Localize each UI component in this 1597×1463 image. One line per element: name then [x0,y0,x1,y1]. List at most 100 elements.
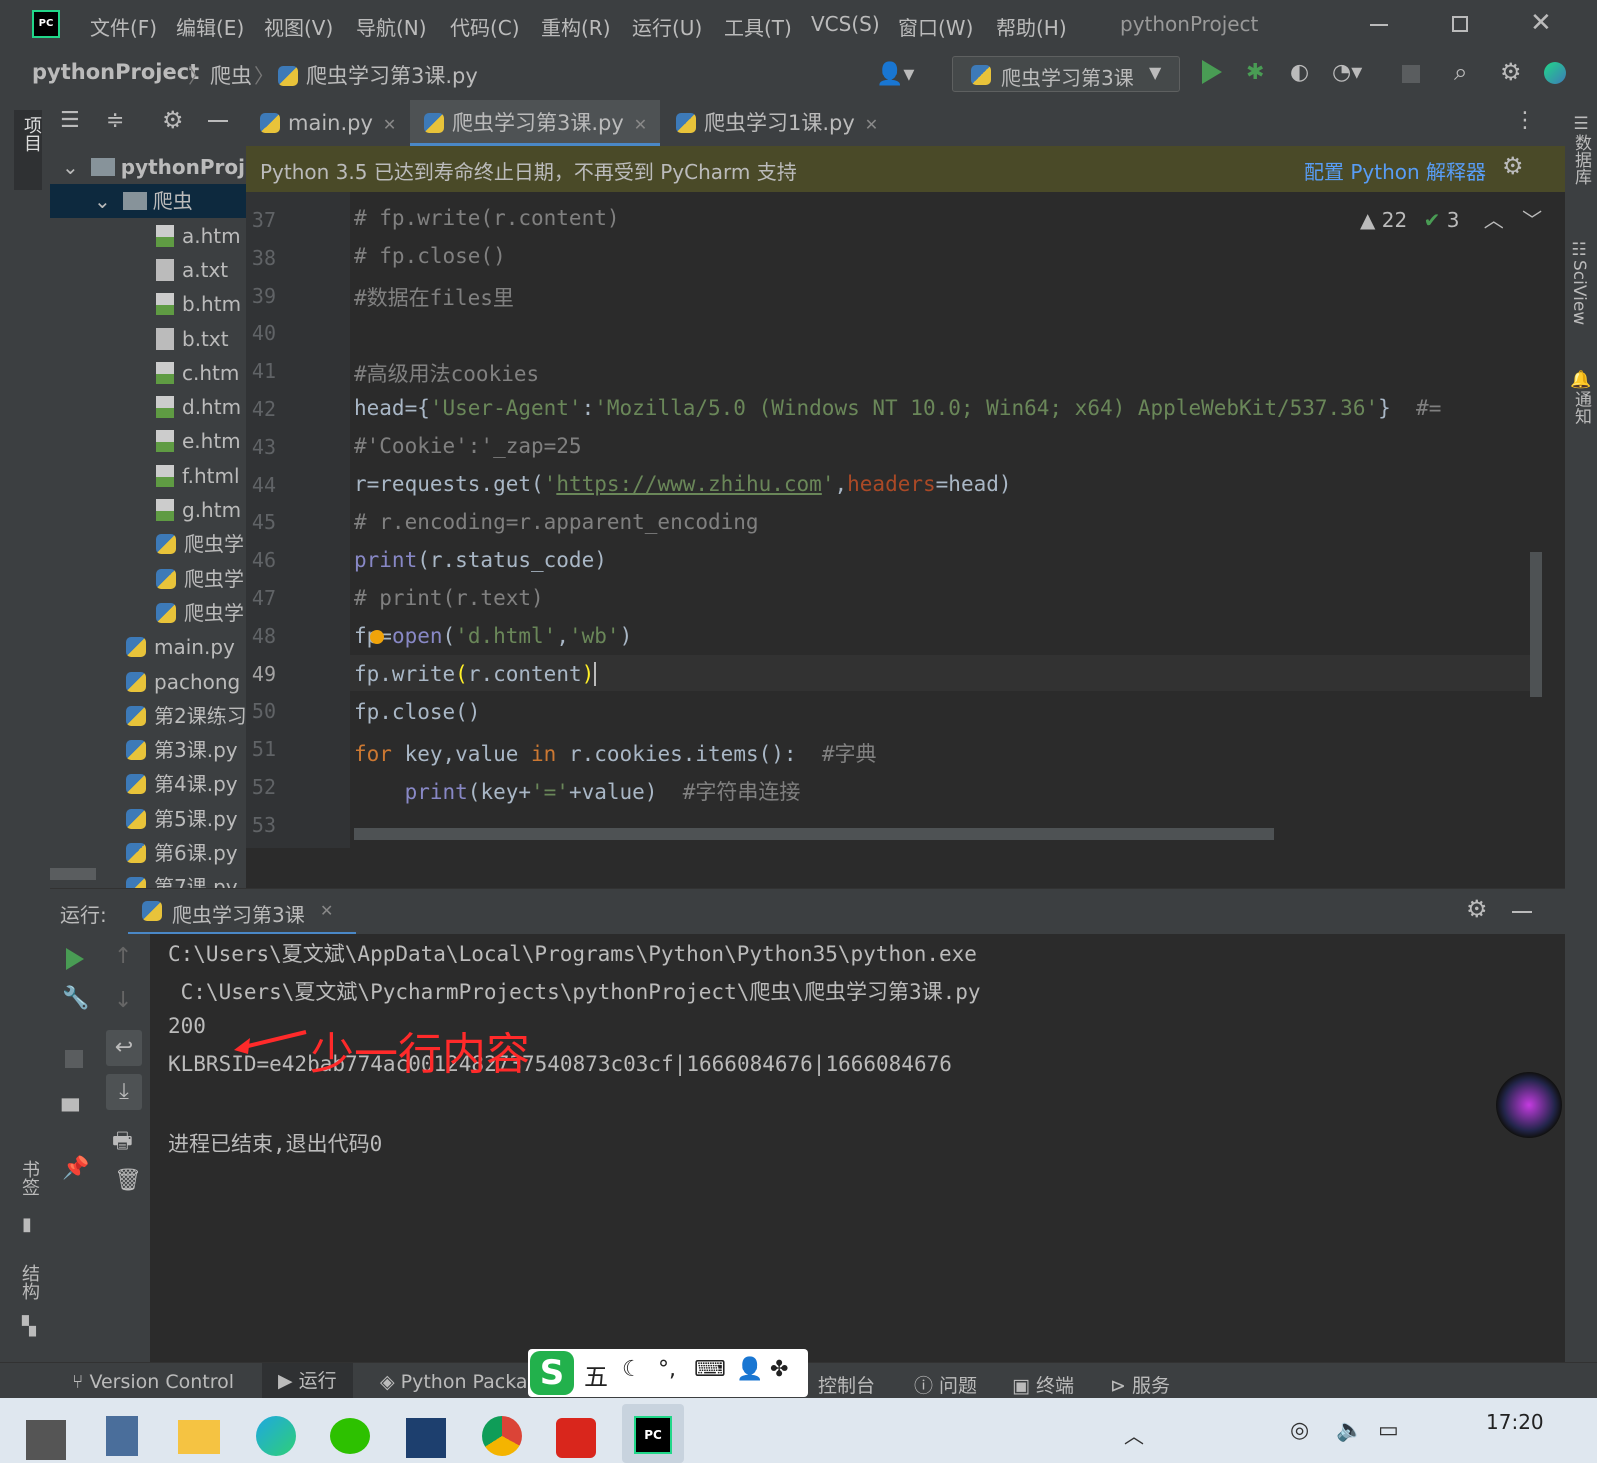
inspection-widget[interactable]: ▲ 22 ✔ 3 ︿ ﹀ [1360,204,1542,233]
bookmarks-tool-button[interactable]: 书签 [16,1160,42,1196]
version-control-button[interactable]: ⑂ Version Control [72,1371,234,1393]
panel-settings-gear-icon[interactable]: ⚙ [162,106,184,134]
database-tool-button[interactable]: ☰数据库 [1569,114,1594,185]
run-settings-gear-icon[interactable]: ⚙ [1466,895,1488,923]
menu-help[interactable]: 帮助(H) [996,12,1067,41]
menu-refactor[interactable]: 重构(R) [541,12,611,41]
project-tool-button[interactable]: 项目 [14,110,42,190]
tree-file[interactable]: 第5课.py [50,802,246,836]
run-tool-button[interactable]: ▶ 运行 [262,1363,353,1399]
tree-file[interactable]: 爬虫学 [50,596,246,630]
folder-icon[interactable] [178,1420,220,1454]
close-icon[interactable]: ✕ [634,115,647,134]
sciview-tool-button[interactable]: ☷SciView [1569,240,1589,325]
layout-icon[interactable]: ▀ [62,1100,79,1125]
user-icon[interactable]: 👤▾ [876,62,914,87]
tree-file[interactable]: g.htm [50,493,246,527]
calculator-icon[interactable] [106,1416,138,1456]
floating-assistant-icon[interactable] [1496,1072,1562,1138]
services-button[interactable]: ⊳ 服务 [1110,1371,1170,1398]
chevron-down-icon[interactable]: ﹀ [1522,208,1542,232]
rerun-icon[interactable] [66,948,84,970]
run-hide-icon[interactable] [1512,911,1532,913]
pin-icon[interactable]: 📌 [62,1156,89,1181]
tree-file[interactable]: 第6课.py [50,836,246,870]
stop-icon[interactable] [65,1050,83,1068]
problems-button[interactable]: ⓘ 问题 [914,1371,977,1398]
menu-view[interactable]: 视图(V) [264,12,333,41]
notifications-tool-button[interactable]: 🔔通知 [1569,370,1594,425]
menu-run[interactable]: 运行(U) [632,12,702,41]
wechat-icon[interactable] [330,1418,370,1454]
search-icon[interactable]: ⌕ [1454,58,1467,86]
clock-time[interactable]: 17:20 [1486,1410,1544,1434]
plugin-icon[interactable] [1544,62,1566,84]
tree-file[interactable]: e.htm [50,424,246,458]
tree-horizontal-scrollbar[interactable] [50,868,96,880]
tree-file[interactable]: f.html [50,459,246,493]
coverage-icon[interactable]: ◐ [1290,60,1309,85]
menu-code[interactable]: 代码(C) [450,12,520,41]
pycharm-taskbar-icon[interactable]: PC [622,1404,684,1463]
run-config-select[interactable]: 爬虫学习第3课 ▼ [952,56,1180,92]
tree-file[interactable]: 第2课练习 [50,699,246,733]
more-tabs-icon[interactable]: ⋮ [1514,108,1536,133]
tree-file[interactable]: c.htm [50,356,246,390]
tree-root-folder[interactable]: ⌄ pythonProj [50,150,246,184]
python-console-button[interactable]: 控制台 [818,1371,875,1398]
terminal-button[interactable]: ▣ 终端 [1012,1371,1074,1398]
tree-file[interactable]: b.htm [50,287,246,321]
configure-interpreter-link[interactable]: 配置 Python 解释器 [1304,156,1486,185]
breadcrumb-file[interactable]: 爬虫学习第3课.py [278,60,478,90]
editor-horizontal-scrollbar[interactable] [354,828,1274,840]
breadcrumb-folder[interactable]: 爬虫 [210,60,252,90]
run-console[interactable]: C:\Users\夏文斌\AppData\Local\Programs\Pyth… [150,934,1565,1362]
menu-tools[interactable]: 工具(T) [724,12,792,41]
trash-icon[interactable]: 🗑 [114,1168,142,1193]
tree-file[interactable]: 爬虫学 [50,527,246,561]
editor-vertical-scrollbar[interactable] [1530,552,1542,697]
close-icon[interactable]: ✕ [383,115,396,134]
arrow-up-icon[interactable]: ↑ [114,944,132,969]
tree-folder-spider[interactable]: ⌄ 爬虫 [50,184,246,219]
menu-edit[interactable]: 编辑(E) [176,12,244,41]
panel-hide-icon[interactable] [208,120,228,122]
print-icon[interactable]: 🖶 [112,1124,133,1162]
minimize-button[interactable] [1370,24,1388,26]
tab-spider-lesson-3[interactable]: 爬虫学习第3课.py ✕ [410,100,660,146]
banner-settings-gear-icon[interactable]: ⚙ [1502,152,1524,180]
xmind-icon[interactable] [406,1418,446,1458]
tree-file[interactable]: d.htm [50,390,246,424]
run-tab[interactable]: 爬虫学习第3课 ✕ [128,889,356,935]
maximize-button[interactable] [1452,16,1468,32]
menu-window[interactable]: 窗口(W) [898,12,973,41]
chevron-up-icon[interactable]: ︿ [1484,208,1504,232]
ime-toolbar[interactable]: S 五 ☾ °, ⌨ 👤 ✤ [528,1349,808,1397]
collapse-all-icon[interactable]: ≑ [106,108,124,133]
intention-bulb-icon[interactable] [370,630,384,644]
close-button[interactable]: ✕ [1530,8,1552,38]
tree-file[interactable]: 爬虫学 [50,562,246,596]
tree-file[interactable]: b.txt [50,322,246,356]
tree-file[interactable]: main.py [50,630,246,664]
wrench-icon[interactable]: 🔧 [62,986,89,1011]
close-icon[interactable]: ✕ [865,115,878,134]
tree-file[interactable]: pachong [50,665,246,699]
python-packages-button[interactable]: ◈ Python Packa [380,1371,528,1393]
arrow-down-icon[interactable]: ↓ [114,988,132,1013]
tree-file[interactable]: a.htm [50,219,246,253]
settings-gear-icon[interactable]: ⚙ [1500,58,1522,86]
close-icon[interactable]: ✕ [320,901,333,920]
debug-icon[interactable]: ✱ [1246,60,1264,85]
taskview-icon[interactable] [26,1420,66,1460]
menu-vcs[interactable]: VCS(S) [811,12,880,36]
tree-file[interactable]: 第4课.py [50,767,246,801]
structure-tool-button[interactable]: 结构 [16,1264,42,1300]
chrome-icon[interactable] [482,1416,522,1456]
code-editor[interactable]: ▲ 22 ✔ 3 ︿ ﹀ # fp.write(r.content) # fp.… [350,192,1565,848]
scroll-to-end-icon[interactable]: ⤓ [106,1074,142,1110]
tab-spider-lesson-1[interactable]: 爬虫学习1课.py ✕ [662,100,906,146]
tree-file[interactable]: 第3课.py [50,733,246,767]
profile-icon[interactable]: ◔▾ [1332,60,1362,85]
run-icon[interactable] [1202,60,1222,84]
